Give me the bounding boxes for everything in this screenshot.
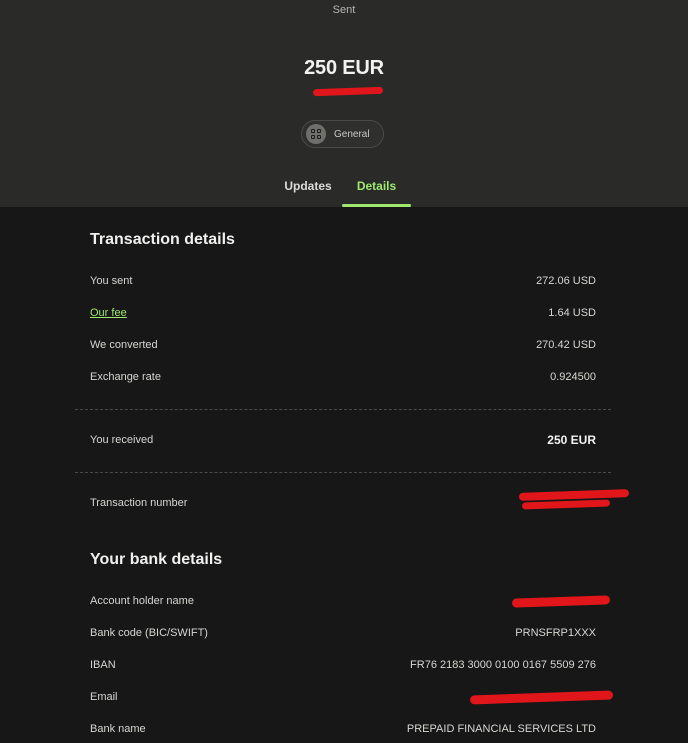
grid-icon: [306, 124, 326, 144]
detail-row-exchange-rate: Exchange rate 0.924500: [90, 368, 596, 386]
transfer-status: Sent: [332, 4, 356, 16]
row-label: We converted: [90, 339, 158, 351]
category-label: General: [334, 128, 370, 140]
transaction-details-title: Transaction details: [90, 231, 235, 248]
tab-updates[interactable]: Updates: [276, 175, 340, 207]
row-value: PRNSFRP1XXX: [515, 627, 596, 639]
divider: [75, 409, 611, 410]
row-label: Email: [90, 691, 118, 703]
detail-row-you-received: You received 250 EUR: [90, 431, 596, 449]
row-value: 1.64 USD: [548, 307, 596, 319]
row-value: PREPAID FINANCIAL SERVICES LTD: [406, 723, 596, 735]
row-label: IBAN: [90, 659, 116, 671]
row-label: Account holder name: [90, 595, 194, 607]
row-value: FR76 2183 3000 0100 0167 5509 276: [410, 659, 596, 671]
bank-row-iban: IBAN FR76 2183 3000 0100 0167 5509 276: [90, 656, 596, 674]
row-label: You sent: [90, 275, 133, 287]
transfer-header: Sent 250 EUR General Updates Details: [0, 0, 688, 207]
bank-row-bic: Bank code (BIC/SWIFT) PRNSFRP1XXX: [90, 624, 596, 642]
our-fee-link[interactable]: Our fee: [90, 307, 127, 319]
tab-details[interactable]: Details: [342, 175, 411, 207]
active-tab-indicator: [342, 204, 411, 207]
row-value: 0.924500: [550, 371, 596, 383]
detail-row-our-fee: Our fee 1.64 USD: [90, 304, 596, 322]
row-value: 250 EUR: [547, 433, 596, 447]
row-label: You received: [90, 434, 154, 446]
bank-row-bank-name: Bank name PREPAID FINANCIAL SERVICES LTD: [90, 720, 596, 738]
divider: [75, 472, 611, 473]
bank-details-title: Your bank details: [90, 551, 223, 568]
detail-row-we-converted: We converted 270.42 USD: [90, 336, 596, 354]
transfer-amount: 250 EUR: [304, 57, 384, 79]
category-chip[interactable]: General: [301, 120, 384, 148]
row-label: Bank name: [90, 723, 146, 735]
row-value: 272.06 USD: [536, 275, 596, 287]
row-label: Transaction number: [90, 497, 188, 509]
row-label: Bank code (BIC/SWIFT): [90, 627, 208, 639]
detail-tabs: Updates Details: [0, 175, 688, 207]
row-label: Exchange rate: [90, 371, 161, 383]
detail-row-you-sent: You sent 272.06 USD: [90, 272, 596, 290]
row-value: 270.42 USD: [536, 339, 596, 351]
